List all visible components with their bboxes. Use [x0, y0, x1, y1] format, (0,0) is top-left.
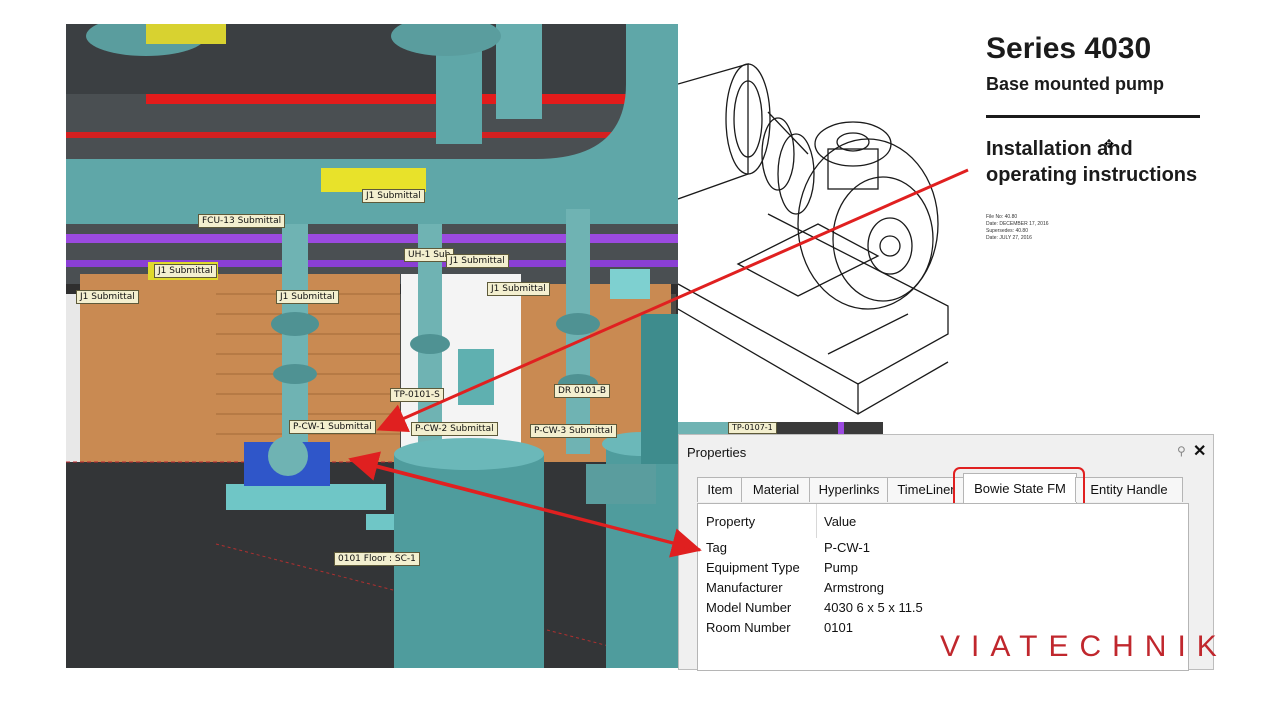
viewport-strip: TP-0107-1	[678, 422, 883, 434]
label-p-cw-1-submittal[interactable]: P-CW-1 Submittal	[289, 420, 376, 434]
label-fcu-13-submittal[interactable]: FCU-13 Submittal	[198, 214, 286, 228]
meta-date-prev: Date: JULY 27, 2016	[986, 235, 1032, 241]
label-tp-0101[interactable]: TP-0101-S	[390, 388, 444, 402]
label-floor-sc-1[interactable]: 0101 Floor : SC-1	[334, 552, 420, 566]
property-key: Model Number	[706, 600, 792, 615]
tab-material[interactable]: Material	[741, 477, 811, 502]
pump-line-drawing	[678, 63, 949, 415]
property-key: Manufacturer	[706, 580, 783, 595]
model-viewport[interactable]: J1 Submittal FCU-13 Submittal UH-1 Sub J…	[66, 24, 678, 668]
property-value: 0101	[824, 620, 853, 635]
property-key: Room Number	[706, 620, 791, 635]
document-heading: Installation and operating instructions	[986, 138, 1198, 186]
property-key: Equipment Type	[706, 560, 800, 575]
property-value: Armstrong	[824, 580, 884, 595]
property-value: P-CW-1	[824, 540, 870, 555]
tab-entity-handle[interactable]: Entity Handle	[1075, 477, 1183, 502]
document-subtitle: Base mounted pump	[986, 74, 1165, 94]
property-value: 4030 6 x 5 x 11.5	[824, 600, 923, 615]
viatechnik-logo: VIATECHNIK	[940, 630, 1228, 663]
label-p-cw-3-submittal[interactable]: P-CW-3 Submittal	[530, 424, 617, 438]
property-key: Tag	[706, 540, 727, 555]
document-title: Series 4030	[986, 32, 1152, 65]
label-j1-submittal[interactable]: J1 Submittal	[487, 282, 550, 296]
meta-supersedes: Supersedes: 40.80	[986, 228, 1028, 234]
label-j1-submittal[interactable]: J1 Submittal	[154, 264, 217, 278]
panel-title: Properties	[687, 445, 747, 460]
header-value: Value	[824, 514, 857, 529]
title-divider	[986, 115, 1200, 118]
pin-icon[interactable]: ⚲	[1177, 444, 1186, 458]
bim-model-scene	[66, 24, 678, 668]
label-tp-0107-1[interactable]: TP-0107-1	[728, 422, 777, 434]
pump-manual-cover: Series 4030 Base mounted pump Installati…	[678, 24, 1280, 434]
label-j1-submittal[interactable]: J1 Submittal	[276, 290, 339, 304]
tab-hyperlinks[interactable]: Hyperlinks	[809, 477, 889, 502]
label-p-cw-2-submittal[interactable]: P-CW-2 Submittal	[411, 422, 498, 436]
meta-file-no: File No: 40.80	[986, 214, 1018, 220]
label-j1-submittal[interactable]: J1 Submittal	[362, 189, 425, 203]
label-dr-0101-b[interactable]: DR 0101-B	[554, 384, 611, 398]
move-cursor-icon: ✥	[1104, 137, 1115, 151]
label-j1-submittal[interactable]: J1 Submittal	[76, 290, 139, 304]
tab-item[interactable]: Item	[697, 477, 743, 502]
label-j1-submittal[interactable]: J1 Submittal	[446, 254, 509, 268]
header-property: Property	[706, 514, 756, 529]
close-icon[interactable]: ✕	[1193, 441, 1206, 461]
property-value: Pump	[824, 560, 858, 575]
document-meta: File No: 40.80 Date: DECEMBER 17, 2016 S…	[986, 214, 1049, 242]
meta-date: Date: DECEMBER 17, 2016	[986, 221, 1049, 227]
